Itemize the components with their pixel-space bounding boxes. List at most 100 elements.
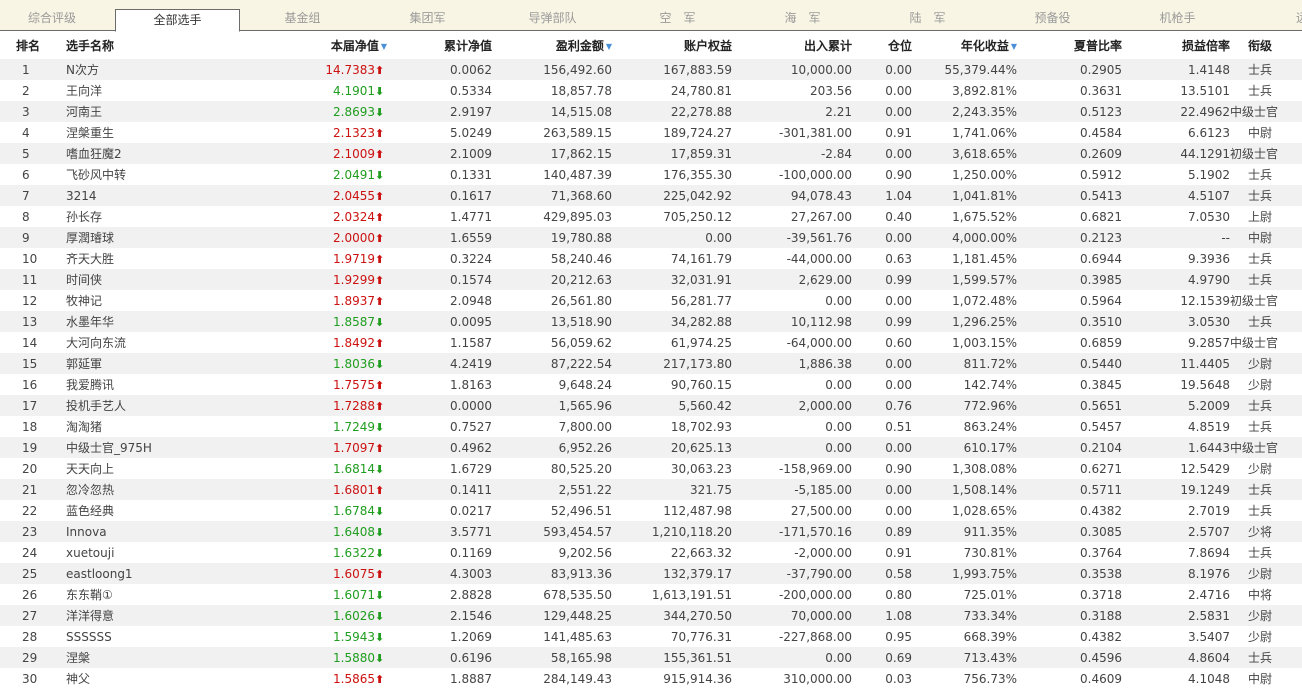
player-name-link[interactable]: 飞砂风中转 xyxy=(62,164,242,185)
table-row[interactable]: 10 齐天大胜 1.9719⬆ 0.3224 58,240.46 74,161.79 -44… xyxy=(0,248,1302,269)
tab-3[interactable]: 集团军 xyxy=(365,0,490,31)
player-name-link[interactable]: SSSSSS xyxy=(62,626,242,647)
player-name-link[interactable]: eastloong1 xyxy=(62,563,242,584)
table-row[interactable]: 1 N次方 14.7383⬆ 0.0062 156,492.60 167,883.59 10… xyxy=(0,59,1302,80)
tab-6[interactable]: 海 军 xyxy=(740,0,865,31)
table-row[interactable]: 14 大河向东流 1.8492⬆ 1.1587 56,059.62 61,974.25 -6… xyxy=(0,332,1302,353)
table-row[interactable]: 25 eastloong1 1.6075⬆ 4.3003 83,913.36 132,37… xyxy=(0,563,1302,584)
table-row[interactable]: 13 水墨年华 1.8587⬇ 0.0095 13,518.90 34,282.88 10,… xyxy=(0,311,1302,332)
player-name-link[interactable]: 3214 xyxy=(62,185,242,206)
table-row[interactable]: 17 投机手艺人 1.7288⬆ 0.0000 1,565.96 5,560.42 2,00… xyxy=(0,395,1302,416)
tab-10[interactable]: 远征 xyxy=(1240,0,1302,31)
player-name-link[interactable]: 涅槃重生 xyxy=(62,122,242,143)
table-row[interactable]: 8 孙长存 2.0324⬆ 1.4771 429,895.03 705,250.12 27,… xyxy=(0,206,1302,227)
player-name-link[interactable]: 投机手艺人 xyxy=(62,395,242,416)
table-row[interactable]: 19 中级士官_975H 1.7097⬆ 0.4962 6,952.26 20,625.1… xyxy=(0,437,1302,458)
player-name-link[interactable]: 河南王 xyxy=(62,101,242,122)
table-row[interactable]: 5 嗜血狂魔2 2.1009⬆ 2.1009 17,862.15 17,859.31 -2.… xyxy=(0,143,1302,164)
col-header-equity[interactable]: 账户权益 xyxy=(612,31,732,59)
player-name-link[interactable]: 我爱腾讯 xyxy=(62,374,242,395)
table-row[interactable]: 28 SSSSSS 1.5943⬇ 1.2069 141,485.63 70,776.31… xyxy=(0,626,1302,647)
col-header-profit[interactable]: 盈利金额 ▼ xyxy=(492,31,612,59)
player-name-link[interactable]: 淘淘猪 xyxy=(62,416,242,437)
flow-cell: 0.00 xyxy=(732,437,852,458)
sort-down-icon[interactable]: ▼ xyxy=(606,42,612,51)
table-row[interactable]: 2 王向洋 4.1901⬇ 0.5334 18,857.78 24,780.81 203.5… xyxy=(0,80,1302,101)
table-row[interactable]: 9 厚潤璿球 2.0000⬆ 1.6559 19,780.88 0.00 -39,561.7… xyxy=(0,227,1302,248)
table-row[interactable]: 16 我爱腾讯 1.7575⬆ 1.8163 9,648.24 90,760.15 0.00… xyxy=(0,374,1302,395)
ratio-cell: -- xyxy=(1122,227,1230,248)
tab-7[interactable]: 陆 军 xyxy=(865,0,990,31)
tab-1[interactable]: 全部选手 xyxy=(115,9,240,32)
table-row[interactable]: 22 蓝色经典 1.6784⬇ 0.0217 52,496.51 112,487.98 27… xyxy=(0,500,1302,521)
tab-9[interactable]: 机枪手 xyxy=(1115,0,1240,31)
table-row[interactable]: 29 涅槃 1.5880⬇ 0.6196 58,165.98 155,361.51 0.00… xyxy=(0,647,1302,668)
player-name-link[interactable]: 神父 xyxy=(62,668,242,689)
sort-down-icon[interactable]: ▼ xyxy=(381,42,387,51)
col-header-nav[interactable]: 本届净值 ▼ xyxy=(242,31,387,59)
player-name-link[interactable]: 嗜血狂魔2 xyxy=(62,143,242,164)
arrow-down-icon: ⬇ xyxy=(375,462,385,476)
player-name-link[interactable]: 郭延軍 xyxy=(62,353,242,374)
nav-cell: 14.7383⬆ xyxy=(242,59,387,80)
nav-cell: 1.7097⬆ xyxy=(242,437,387,458)
cum-cell: 0.0000 xyxy=(387,395,492,416)
table-row[interactable]: 27 洋洋得意 1.6026⬇ 2.1546 129,448.25 344,270.50 7… xyxy=(0,605,1302,626)
player-name-link[interactable]: 齐天大胜 xyxy=(62,248,242,269)
player-name-link[interactable]: 涅槃 xyxy=(62,647,242,668)
profit-cell: 58,240.46 xyxy=(492,248,612,269)
table-row[interactable]: 3 河南王 2.8693⬇ 2.9197 14,515.08 22,278.88 2.21 0… xyxy=(0,101,1302,122)
tab-8[interactable]: 预备役 xyxy=(990,0,1115,31)
table-row[interactable]: 6 飞砂风中转 2.0491⬇ 0.1331 140,487.39 176,355.30-… xyxy=(0,164,1302,185)
player-name-link[interactable]: Innova xyxy=(62,521,242,542)
table-row[interactable]: 18 淘淘猪 1.7249⬇ 0.7527 7,800.00 18,702.93 0.00 0… xyxy=(0,416,1302,437)
table-row[interactable]: 24 xuetouji 1.6322⬇ 0.1169 9,202.56 22,663.32… xyxy=(0,542,1302,563)
ratio-cell: 19.1249 xyxy=(1122,479,1230,500)
player-name-link[interactable]: 忽冷忽热 xyxy=(62,479,242,500)
col-header-name[interactable]: 选手名称 xyxy=(62,31,242,59)
table-row[interactable]: 30 神父 1.5865⬆ 1.8887 284,149.43 915,914.36 310… xyxy=(0,668,1302,689)
table-row[interactable]: 26 东东鞘① 1.6071⬇ 2.8828 678,535.50 1,613,191.5… xyxy=(0,584,1302,605)
tab-2[interactable]: 基金组 xyxy=(240,0,365,31)
player-name-link[interactable]: 孙长存 xyxy=(62,206,242,227)
col-header-position[interactable]: 仓位 xyxy=(852,31,912,59)
player-name-link[interactable]: N次方 xyxy=(62,59,242,80)
player-name-link[interactable]: 牧神记 xyxy=(62,290,242,311)
flow-cell: -5,185.00 xyxy=(732,479,852,500)
col-header-rank[interactable]: 排名 xyxy=(0,31,62,59)
tab-0[interactable]: 综合评级 xyxy=(0,0,115,31)
col-header-flow[interactable]: 出入累计 xyxy=(732,31,852,59)
player-name-link[interactable]: 厚潤璿球 xyxy=(62,227,242,248)
player-name-link[interactable]: 王向洋 xyxy=(62,80,242,101)
col-header-annual-return[interactable]: 年化收益 ▼ xyxy=(912,31,1017,59)
sort-down-icon[interactable]: ▼ xyxy=(1011,42,1017,51)
table-row[interactable]: 7 3214 2.0455⬆ 0.1617 71,368.60 225,042.92 94,… xyxy=(0,185,1302,206)
table-row[interactable]: 20 天天向上 1.6814⬇ 1.6729 80,525.20 30,063.23 -15… xyxy=(0,458,1302,479)
table-row[interactable]: 12 牧神记 1.8937⬆ 2.0948 26,561.80 56,281.77 0.00… xyxy=(0,290,1302,311)
grade-cell: 士兵 xyxy=(1230,479,1302,500)
col-header-sharpe[interactable]: 夏普比率 xyxy=(1017,31,1122,59)
player-name-link[interactable]: 天天向上 xyxy=(62,458,242,479)
player-name-link[interactable]: 中级士官_975H xyxy=(62,437,242,458)
player-name-link[interactable]: 时间侠 xyxy=(62,269,242,290)
cum-cell: 0.1169 xyxy=(387,542,492,563)
player-name-link[interactable]: 东东鞘① xyxy=(62,584,242,605)
tab-4[interactable]: 导弹部队 xyxy=(490,0,615,31)
player-name-link[interactable]: 大河向东流 xyxy=(62,332,242,353)
table-row[interactable]: 23 Innova 1.6408⬇ 3.5771 593,454.57 1,210,118… xyxy=(0,521,1302,542)
table-row[interactable]: 4 涅槃重生 2.1323⬆ 5.0249 263,589.15 189,724.27 -3… xyxy=(0,122,1302,143)
table-row[interactable]: 21 忽冷忽热 1.6801⬆ 0.1411 2,551.22 321.75 -5,185.… xyxy=(0,479,1302,500)
flow-cell: 0.00 xyxy=(732,290,852,311)
flow-cell: -158,969.00 xyxy=(732,458,852,479)
col-header-pl-ratio[interactable]: 损益倍率 xyxy=(1122,31,1230,59)
player-name-link[interactable]: xuetouji xyxy=(62,542,242,563)
tab-5[interactable]: 空 军 xyxy=(615,0,740,31)
col-header-cumulative-nav[interactable]: 累计净值 xyxy=(387,31,492,59)
player-name-link[interactable]: 蓝色经典 xyxy=(62,500,242,521)
sharpe-cell: 0.4596 xyxy=(1017,647,1122,668)
col-header-grade[interactable]: 衔级 xyxy=(1230,31,1302,59)
player-name-link[interactable]: 洋洋得意 xyxy=(62,605,242,626)
player-name-link[interactable]: 水墨年华 xyxy=(62,311,242,332)
table-row[interactable]: 15 郭延軍 1.8036⬇ 4.2419 87,222.54 217,173.80 1,8… xyxy=(0,353,1302,374)
table-row[interactable]: 11 时间侠 1.9299⬆ 0.1574 20,212.63 32,031.91 2,62… xyxy=(0,269,1302,290)
